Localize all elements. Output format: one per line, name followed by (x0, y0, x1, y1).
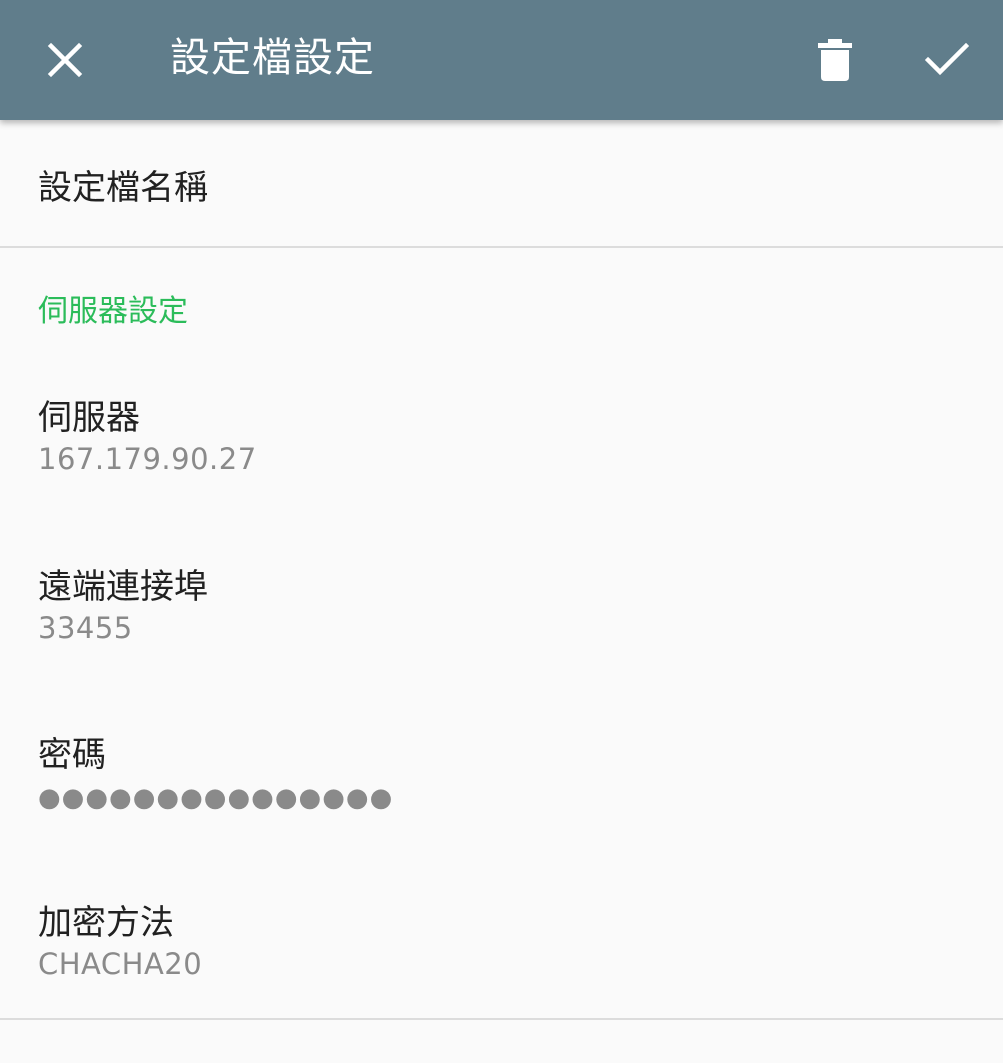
check-icon (925, 43, 969, 76)
server-section-header: 伺服器設定 (38, 294, 188, 329)
app-toolbar: 設定檔設定 (0, 0, 1003, 120)
divider (0, 1018, 1003, 1020)
server-title: 伺服器 (38, 398, 140, 438)
server-row[interactable]: 伺服器 167.179.90.27 (0, 390, 1003, 558)
profile-name-label: 設定檔名稱 (38, 168, 208, 208)
close-icon (47, 42, 83, 78)
delete-button[interactable] (797, 22, 873, 98)
encryption-method-row[interactable]: 加密方法 CHACHA20 (0, 895, 1003, 1063)
server-summary: 167.179.90.27 (38, 442, 257, 476)
profile-name-row[interactable]: 設定檔名稱 (0, 120, 1003, 248)
password-row[interactable]: 密碼 ●●●●●●●●●●●●●●● (0, 727, 1003, 895)
encryption-method-summary: CHACHA20 (38, 947, 203, 981)
password-summary: ●●●●●●●●●●●●●●● (38, 783, 394, 813)
trash-icon (818, 39, 852, 81)
page-title: 設定檔設定 (170, 35, 375, 81)
remote-port-summary: 33455 (38, 611, 133, 645)
encryption-method-title: 加密方法 (38, 903, 174, 943)
close-button[interactable] (27, 22, 103, 98)
remote-port-row[interactable]: 遠端連接埠 33455 (0, 559, 1003, 727)
settings-list: 設定檔名稱 伺服器設定 伺服器 167.179.90.27 遠端連接埠 3345… (0, 120, 1003, 1024)
password-title: 密碼 (38, 735, 106, 775)
remote-port-title: 遠端連接埠 (38, 567, 208, 607)
confirm-button[interactable] (909, 22, 985, 98)
